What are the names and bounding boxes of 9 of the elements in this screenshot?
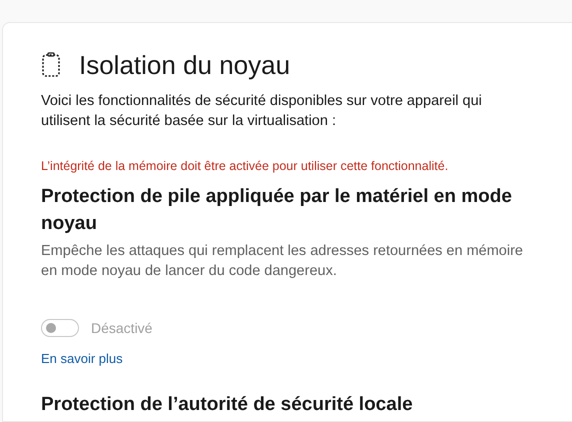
- learn-more-link[interactable]: En savoir plus: [41, 351, 123, 366]
- chip-icon: [41, 52, 61, 78]
- warning-message: L’intégrité de la mémoire doit être activée pour utiliser cette fonctionnalité.: [41, 159, 450, 173]
- section-description: Empêche les attaques qui remplacent les adresses retournées en mémoire en mode noyau de lancer du code dangereux.: [41, 242, 524, 281]
- toggle-label: Désactivé: [91, 320, 152, 336]
- section-heading: Protection de pile appliquée par le matériel en mode noyau: [41, 185, 513, 236]
- page-description: Voici les fonctionnalités de sécurité disponibles sur votre appareil qui utilisent la sécurité basée sur la virtualisation :: [41, 92, 483, 131]
- section-heading: Protection de l’autorité de sécurité locale: [41, 393, 414, 417]
- page-title: Isolation du noyau: [79, 49, 290, 82]
